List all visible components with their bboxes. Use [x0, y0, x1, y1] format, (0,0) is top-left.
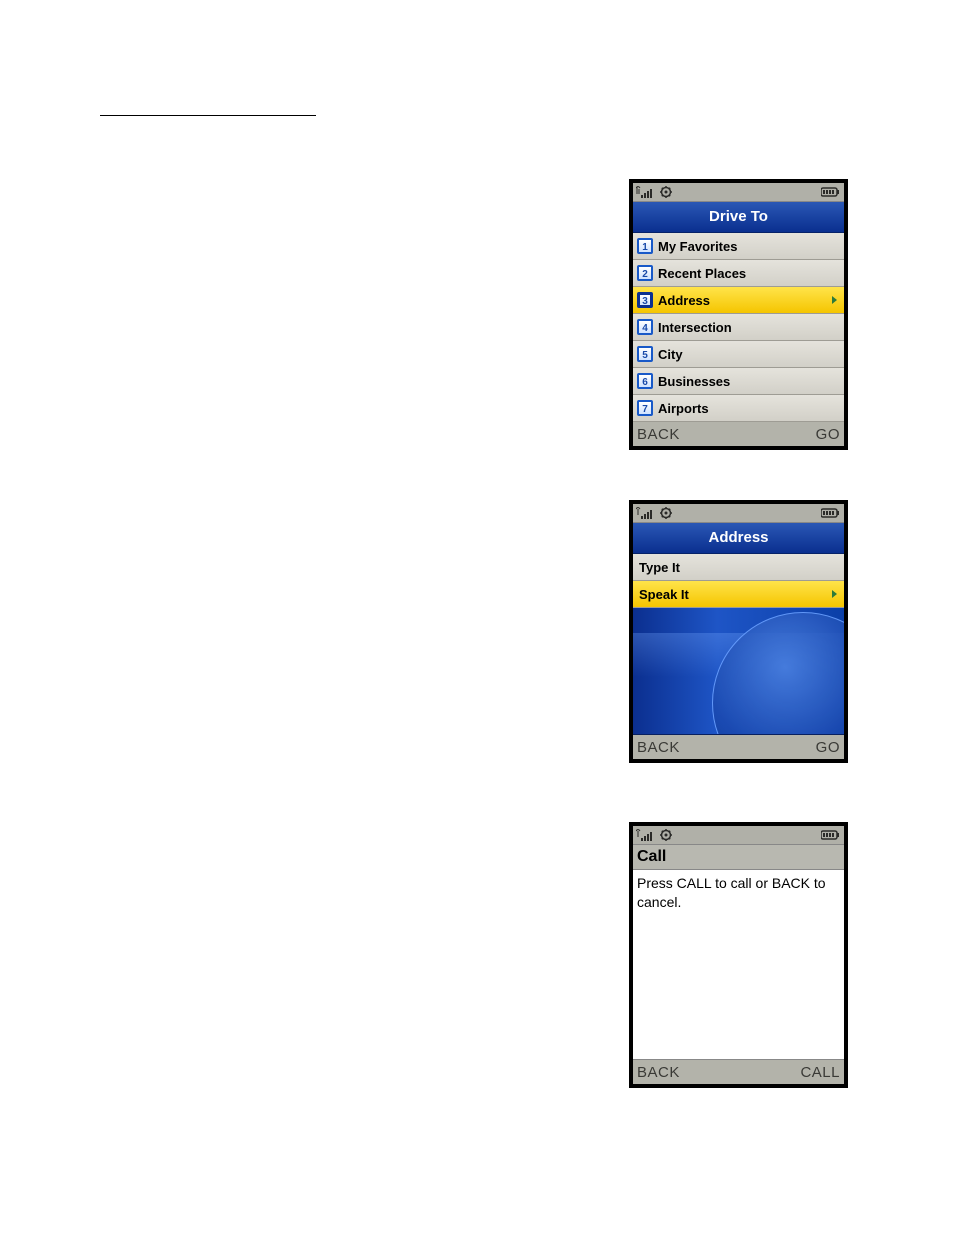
status-bar — [633, 826, 844, 845]
menu-label: Speak It — [639, 587, 831, 602]
battery-icon — [821, 187, 841, 197]
menu-item-city[interactable]: 5 City — [633, 341, 844, 368]
status-bar — [633, 504, 844, 523]
num-badge: 1 — [637, 238, 653, 254]
battery-icon — [821, 508, 841, 518]
phone-drive-to: Drive To 1 My Favorites 2 Recent Places … — [629, 179, 848, 450]
signal-icon — [636, 507, 656, 519]
chevron-right-icon — [831, 295, 839, 305]
menu-label: Type It — [639, 560, 844, 575]
softkey-go[interactable]: GO — [816, 426, 840, 443]
softkey-back[interactable]: BACK — [637, 426, 680, 443]
background-globe — [633, 608, 844, 735]
gear-icon — [660, 829, 672, 841]
screen-title: Drive To — [633, 202, 844, 233]
drive-to-menu: 1 My Favorites 2 Recent Places 3 Address… — [633, 233, 844, 422]
top-underline — [100, 115, 316, 116]
menu-label: My Favorites — [658, 239, 844, 254]
softkey-go[interactable]: GO — [816, 739, 840, 756]
call-instruction-text: Press CALL to call or BACK to cancel. — [633, 870, 844, 1060]
softkey-bar: BACK CALL — [633, 1060, 844, 1084]
num-badge: 6 — [637, 373, 653, 389]
screen-title: Address — [633, 523, 844, 554]
battery-icon — [821, 830, 841, 840]
softkey-bar: BACK GO — [633, 735, 844, 759]
signal-icon — [636, 829, 656, 841]
menu-label: Airports — [658, 401, 844, 416]
num-badge: 4 — [637, 319, 653, 335]
menu-label: Businesses — [658, 374, 844, 389]
menu-item-intersection[interactable]: 4 Intersection — [633, 314, 844, 341]
gear-icon — [660, 186, 672, 198]
menu-label: Address — [658, 293, 831, 308]
num-badge: 7 — [637, 400, 653, 416]
menu-item-airports[interactable]: 7 Airports — [633, 395, 844, 422]
menu-item-businesses[interactable]: 6 Businesses — [633, 368, 844, 395]
address-menu: Type It Speak It — [633, 554, 844, 608]
menu-label: Intersection — [658, 320, 844, 335]
phone-call: Call Press CALL to call or BACK to cance… — [629, 822, 848, 1088]
num-badge: 5 — [637, 346, 653, 362]
screen-title: Call — [633, 845, 844, 870]
num-badge: 3 — [637, 292, 653, 308]
menu-item-type-it[interactable]: Type It — [633, 554, 844, 581]
softkey-back[interactable]: BACK — [637, 739, 680, 756]
softkey-call[interactable]: CALL — [800, 1064, 840, 1081]
menu-item-recent-places[interactable]: 2 Recent Places — [633, 260, 844, 287]
num-badge: 2 — [637, 265, 653, 281]
menu-item-address[interactable]: 3 Address — [633, 287, 844, 314]
gear-icon — [660, 507, 672, 519]
phone-address: Address Type It Speak It BACK GO — [629, 500, 848, 763]
menu-label: Recent Places — [658, 266, 844, 281]
softkey-back[interactable]: BACK — [637, 1064, 680, 1081]
menu-item-speak-it[interactable]: Speak It — [633, 581, 844, 608]
status-bar — [633, 183, 844, 202]
menu-item-my-favorites[interactable]: 1 My Favorites — [633, 233, 844, 260]
signal-icon — [636, 186, 656, 198]
softkey-bar: BACK GO — [633, 422, 844, 446]
chevron-right-icon — [831, 589, 839, 599]
menu-label: City — [658, 347, 844, 362]
